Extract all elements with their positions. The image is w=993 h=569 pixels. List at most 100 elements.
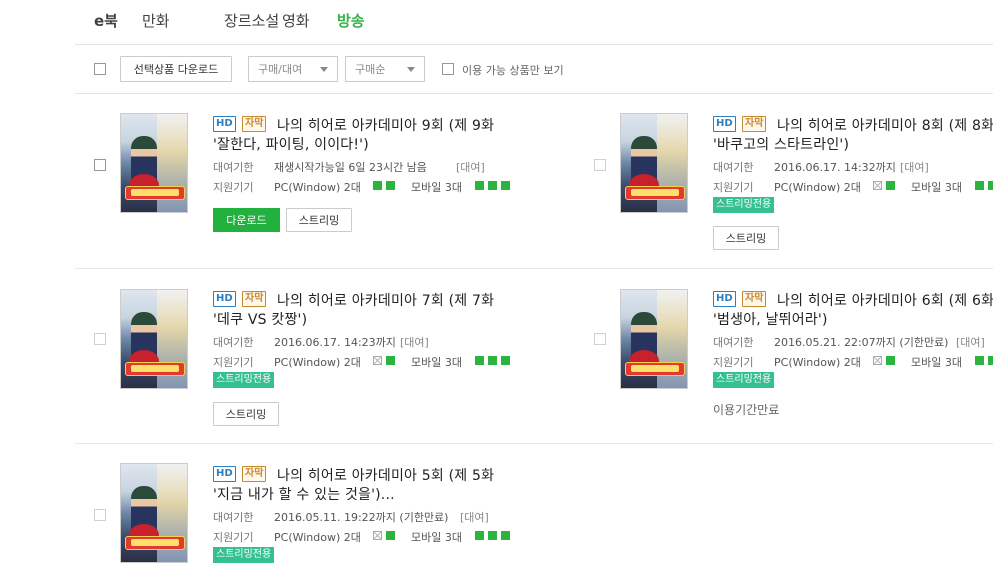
tab-comics[interactable]: 만화 xyxy=(142,10,170,31)
item-title[interactable]: 나의 히어로 아카데미아 6회 (제 6화 xyxy=(777,290,993,310)
pc-unavailable-icon xyxy=(873,356,882,365)
download-button[interactable]: 다운로드 xyxy=(213,208,280,232)
mobile-status-icon xyxy=(488,181,497,190)
item-title-line2[interactable]: '범생아, 날뛰어라') xyxy=(713,309,828,329)
rent-period-value: 2016.05.21. 22:07까지 (기한만료) xyxy=(774,336,949,349)
rent-period-value: 2016.06.17. 14:23까지 xyxy=(274,336,396,349)
available-only-checkbox[interactable] xyxy=(442,63,454,75)
pc-devices: PC(Window) 2대 xyxy=(774,356,861,369)
type-filter-select[interactable]: 구매/대여 xyxy=(248,56,338,82)
expired-notice: 이용기간만료 xyxy=(713,403,780,417)
rent-period-value: 재생시작가능일 6일 23시간 남음 xyxy=(274,161,427,174)
item-checkbox[interactable] xyxy=(94,333,106,345)
select-all-checkbox[interactable] xyxy=(94,63,106,75)
mobile-status-icon xyxy=(488,531,497,540)
pc-status-icon xyxy=(886,356,895,365)
item-title-line2[interactable]: '데쿠 VS 캇짱') xyxy=(213,309,307,329)
subtitle-badge: 자막 xyxy=(242,466,267,482)
download-selected-button[interactable]: 선택상품 다운로드 xyxy=(120,56,232,82)
type-filter-value: 구매/대여 xyxy=(258,63,303,76)
rent-tag: [대여] xyxy=(456,161,485,174)
devices-label: 지원기기 xyxy=(213,356,254,369)
pc-devices: PC(Window) 2대 xyxy=(274,356,361,369)
subtitle-badge: 자막 xyxy=(742,116,767,132)
rent-period-label: 대여기한 xyxy=(213,161,254,174)
pc-status-icon xyxy=(386,531,395,540)
chevron-down-icon xyxy=(407,67,415,72)
mobile-devices: 모바일 3대 xyxy=(411,181,462,194)
mobile-devices: 모바일 3대 xyxy=(411,356,462,369)
item-thumbnail[interactable] xyxy=(120,463,188,563)
tab-ebook[interactable]: e북 xyxy=(94,10,118,31)
pc-status-icon xyxy=(886,181,895,190)
item-thumbnail[interactable] xyxy=(120,113,188,213)
pc-unavailable-icon xyxy=(373,531,382,540)
list-toolbar: 선택상품 다운로드 구매/대여 구매순 이용 가능 상품만 보기 xyxy=(75,45,993,94)
mobile-status-icon xyxy=(488,356,497,365)
rent-period-value: 2016.06.17. 14:32까지 xyxy=(774,161,896,174)
sort-select[interactable]: 구매순 xyxy=(345,56,425,82)
hd-badge: HD xyxy=(213,291,236,307)
item-thumbnail[interactable] xyxy=(620,289,688,389)
pc-devices: PC(Window) 2대 xyxy=(774,181,861,194)
rent-period-label: 대여기한 xyxy=(713,161,754,174)
hd-badge: HD xyxy=(213,466,236,482)
mobile-status-icon xyxy=(501,181,510,190)
streaming-only-tag: 스트리밍전용 xyxy=(713,197,775,213)
rent-period-label: 대여기한 xyxy=(213,511,254,524)
tab-broadcast[interactable]: 방송 xyxy=(337,10,365,31)
streaming-only-tag: 스트리밍전용 xyxy=(713,372,775,388)
hd-badge: HD xyxy=(213,116,236,132)
row-divider xyxy=(75,268,993,269)
streaming-button[interactable]: 스트리밍 xyxy=(713,226,779,250)
mobile-devices: 모바일 3대 xyxy=(911,356,962,369)
subtitle-badge: 자막 xyxy=(742,291,767,307)
rent-period-value: 2016.05.11. 19:22까지 (기한만료) xyxy=(274,511,449,524)
item-title-line2[interactable]: '바쿠고의 스타트라인') xyxy=(713,134,849,154)
mobile-status-icon xyxy=(501,531,510,540)
pc-unavailable-icon xyxy=(873,181,882,190)
mobile-status-icon xyxy=(501,356,510,365)
sort-value: 구매순 xyxy=(355,63,386,76)
pc-status-icon xyxy=(386,181,395,190)
pc-devices: PC(Window) 2대 xyxy=(274,531,361,544)
rent-period-label: 대여기한 xyxy=(213,336,254,349)
item-checkbox[interactable] xyxy=(594,333,606,345)
item-title-line2[interactable]: '지금 내가 할 수 있는 것을')... xyxy=(213,484,395,504)
rent-tag: [대여] xyxy=(900,161,929,174)
rent-period-label: 대여기한 xyxy=(713,336,754,349)
streaming-button[interactable]: 스트리밍 xyxy=(286,208,352,232)
mobile-status-icon xyxy=(988,356,993,365)
pc-status-icon xyxy=(386,356,395,365)
pc-unavailable-icon xyxy=(373,356,382,365)
item-thumbnail[interactable] xyxy=(620,113,688,213)
item-title[interactable]: 나의 히어로 아카데미아 7회 (제 7화 xyxy=(277,290,494,310)
item-checkbox[interactable] xyxy=(594,159,606,171)
devices-label: 지원기기 xyxy=(713,181,754,194)
tab-movie[interactable]: 영화 xyxy=(282,10,310,31)
tab-genre-novel[interactable]: 장르소설 xyxy=(224,10,279,31)
row-divider xyxy=(75,443,993,444)
mobile-status-icon xyxy=(988,181,993,190)
category-tabs: e북 만화 장르소설 영화 방송 xyxy=(75,0,993,45)
pc-status-icon xyxy=(373,181,382,190)
devices-label: 지원기기 xyxy=(213,531,254,544)
item-title[interactable]: 나의 히어로 아카데미아 5회 (제 5화 xyxy=(277,465,494,485)
available-only-label: 이용 가능 상품만 보기 xyxy=(462,64,564,77)
mobile-status-icon xyxy=(475,181,484,190)
item-checkbox[interactable] xyxy=(94,159,106,171)
devices-label: 지원기기 xyxy=(713,356,754,369)
streaming-button[interactable]: 스트리밍 xyxy=(213,402,279,426)
chevron-down-icon xyxy=(320,67,328,72)
item-checkbox[interactable] xyxy=(94,509,106,521)
subtitle-badge: 자막 xyxy=(242,116,267,132)
pc-devices: PC(Window) 2대 xyxy=(274,181,361,194)
subtitle-badge: 자막 xyxy=(242,291,267,307)
item-title[interactable]: 나의 히어로 아카데미아 8회 (제 8화 xyxy=(777,115,993,135)
rent-tag: [대여] xyxy=(460,511,489,524)
item-title[interactable]: 나의 히어로 아카데미아 9회 (제 9화 xyxy=(277,115,494,135)
rent-tag: [대여] xyxy=(400,336,429,349)
streaming-only-tag: 스트리밍전용 xyxy=(213,372,275,388)
item-thumbnail[interactable] xyxy=(120,289,188,389)
item-title-line2[interactable]: '잘한다, 파이팅, 이이다!') xyxy=(213,134,369,154)
